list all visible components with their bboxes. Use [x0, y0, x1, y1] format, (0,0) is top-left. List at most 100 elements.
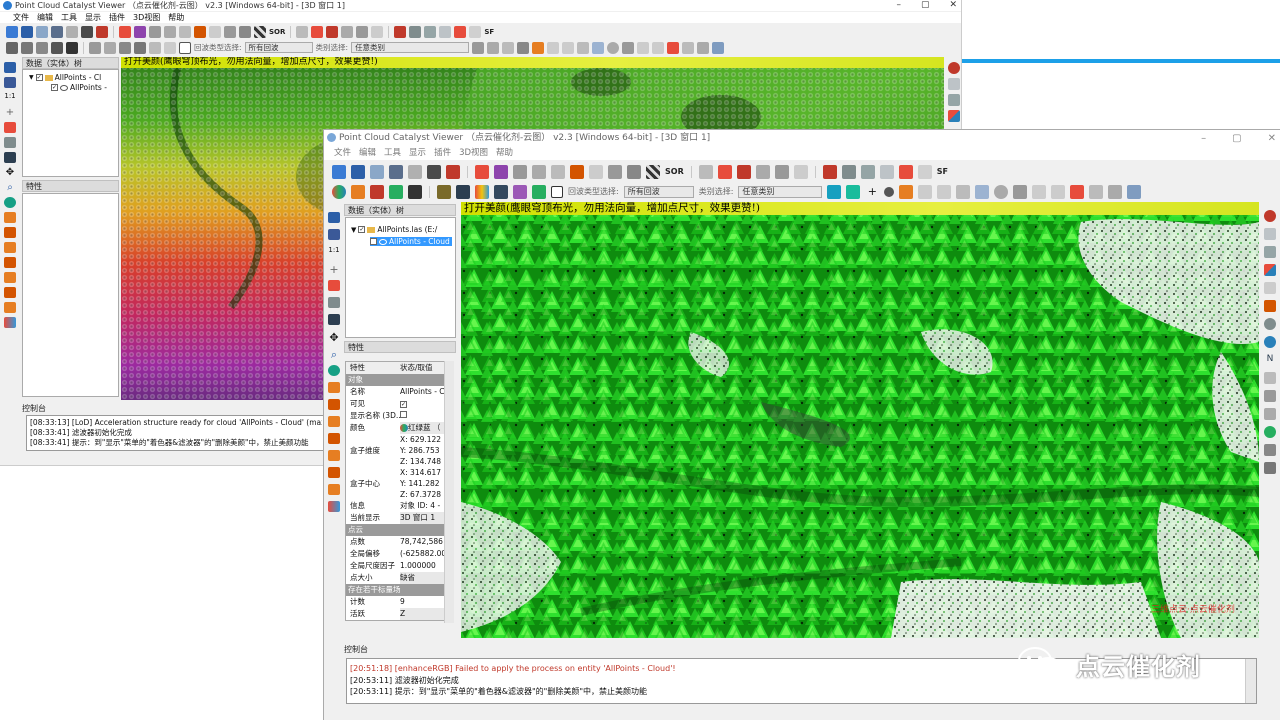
menu-edit[interactable]: 编辑 — [37, 12, 53, 23]
gear-icon[interactable] — [532, 41, 545, 54]
measure-icon[interactable] — [209, 25, 221, 38]
merge-icon[interactable] — [81, 25, 93, 38]
view-front-icon[interactable] — [4, 62, 16, 73]
compass-icon[interactable] — [1264, 318, 1276, 330]
back-icon[interactable] — [4, 137, 16, 148]
menu-3dview[interactable]: 3D视图 — [459, 147, 488, 160]
open-icon[interactable] — [6, 25, 18, 38]
chart-icon[interactable] — [394, 25, 407, 38]
view-icon[interactable] — [472, 41, 485, 54]
cube-right-icon[interactable] — [4, 257, 16, 268]
cube-iso-icon[interactable] — [328, 484, 340, 495]
classify-icon[interactable] — [712, 41, 725, 54]
light-icon[interactable] — [21, 41, 33, 54]
scale-1-1-icon[interactable]: 1:1 — [4, 92, 16, 103]
cube-icon[interactable] — [66, 41, 78, 54]
view-icon[interactable] — [827, 184, 842, 199]
properties-scrollbar[interactable] — [444, 361, 454, 623]
globe-icon[interactable] — [4, 197, 16, 208]
hand-icon[interactable] — [1264, 300, 1276, 312]
stereo-icon[interactable] — [328, 501, 340, 512]
plus-small-icon[interactable]: + — [328, 263, 340, 276]
console-scrollbar[interactable] — [1245, 659, 1256, 703]
bounding-icon[interactable] — [513, 184, 527, 199]
remove-icon[interactable] — [917, 164, 932, 179]
color-icon[interactable] — [456, 184, 470, 199]
plus-icon[interactable] — [774, 164, 789, 179]
align-icon[interactable] — [179, 25, 191, 38]
align-icon[interactable] — [551, 164, 565, 179]
remove-icon[interactable] — [469, 25, 482, 38]
grid-view-icon[interactable] — [1264, 282, 1276, 294]
sor-icon[interactable]: SOR — [269, 28, 285, 35]
menu-plugins[interactable]: 插件 — [109, 12, 125, 23]
scalar-icon[interactable] — [898, 164, 913, 179]
clone-icon[interactable] — [66, 25, 78, 38]
pointpick-icon[interactable] — [475, 164, 489, 179]
target-icon[interactable] — [717, 164, 732, 179]
sample-icon[interactable] — [532, 164, 546, 179]
back-icon[interactable] — [328, 297, 340, 308]
slash-icon[interactable] — [494, 184, 508, 199]
sf-icon[interactable]: SF — [484, 28, 494, 35]
stats-icon[interactable] — [439, 25, 452, 38]
pen-icon[interactable] — [326, 25, 339, 38]
stats-icon[interactable] — [879, 164, 894, 179]
flatten-icon[interactable] — [1108, 184, 1123, 199]
class-select[interactable]: 任意类别 — [351, 42, 470, 53]
maximize-icon[interactable]: ▢ — [921, 0, 930, 11]
layout-icon[interactable] — [948, 78, 960, 90]
merge-icon[interactable] — [427, 164, 441, 179]
segment-icon[interactable] — [494, 164, 508, 179]
close-icon[interactable]: ✕ — [1268, 130, 1276, 147]
nc-icon[interactable] — [1032, 184, 1047, 199]
camera-icon[interactable] — [4, 77, 16, 88]
chart-icon[interactable] — [822, 164, 837, 179]
menu-tools[interactable]: 工具 — [384, 147, 401, 160]
save-icon[interactable] — [21, 25, 33, 38]
cube-front-icon[interactable] — [328, 450, 340, 461]
translate-icon[interactable] — [149, 25, 161, 38]
zoom-icon[interactable] — [502, 41, 515, 54]
clone-icon[interactable] — [408, 164, 422, 179]
tree-item-cloud[interactable]: ✓ AllPoints - — [51, 83, 107, 92]
minimize-icon[interactable]: – — [896, 0, 901, 11]
ortho-icon[interactable] — [4, 152, 16, 163]
panel-icon[interactable] — [1264, 246, 1276, 258]
box-icon[interactable] — [532, 184, 546, 199]
slash-icon[interactable] — [134, 41, 146, 54]
dot-icon[interactable] — [517, 41, 530, 54]
eye-icon[interactable] — [51, 41, 63, 54]
filter-icon[interactable] — [627, 164, 641, 179]
plus-small-icon[interactable]: + — [4, 107, 16, 118]
ruler-icon[interactable] — [224, 25, 236, 38]
gradient-icon[interactable] — [475, 184, 489, 199]
cube-back-icon[interactable] — [4, 287, 16, 298]
cube-bottom-icon[interactable] — [328, 399, 340, 410]
stereo-icon[interactable] — [4, 317, 16, 328]
front-3d-view[interactable]: 打开美颜(鹰眼穹顶布光，勿用法向量，增加点尺寸，效果更赞!) 三维点云·点云催化… — [461, 202, 1259, 638]
expand-icon[interactable]: ▼ — [29, 74, 34, 81]
curve-icon[interactable] — [1070, 184, 1085, 199]
settings-icon[interactable] — [370, 164, 384, 179]
kd-icon[interactable] — [918, 184, 933, 199]
shade-icon[interactable] — [6, 41, 18, 54]
tree-icon[interactable] — [1264, 444, 1276, 456]
tree-checkbox[interactable]: ✓ — [370, 238, 377, 245]
panel-icon[interactable] — [948, 94, 960, 106]
screen-icon[interactable] — [956, 184, 971, 199]
table-icon[interactable] — [424, 25, 437, 38]
box-icon[interactable] — [164, 41, 176, 54]
open-icon[interactable] — [332, 164, 346, 179]
sf-icon[interactable]: SF — [937, 167, 948, 175]
table-icon[interactable] — [860, 164, 875, 179]
zoom-icon[interactable]: + — [865, 185, 879, 199]
crop-icon[interactable] — [570, 164, 584, 179]
menu-help[interactable]: 帮助 — [496, 147, 513, 160]
light-icon[interactable] — [351, 184, 365, 199]
measure-icon[interactable] — [589, 164, 603, 179]
crop-icon[interactable] — [194, 25, 206, 38]
north-arrow-icon[interactable]: N — [1264, 354, 1276, 366]
cube-iso-icon[interactable] — [4, 302, 16, 313]
menu-display[interactable]: 显示 — [85, 12, 101, 23]
